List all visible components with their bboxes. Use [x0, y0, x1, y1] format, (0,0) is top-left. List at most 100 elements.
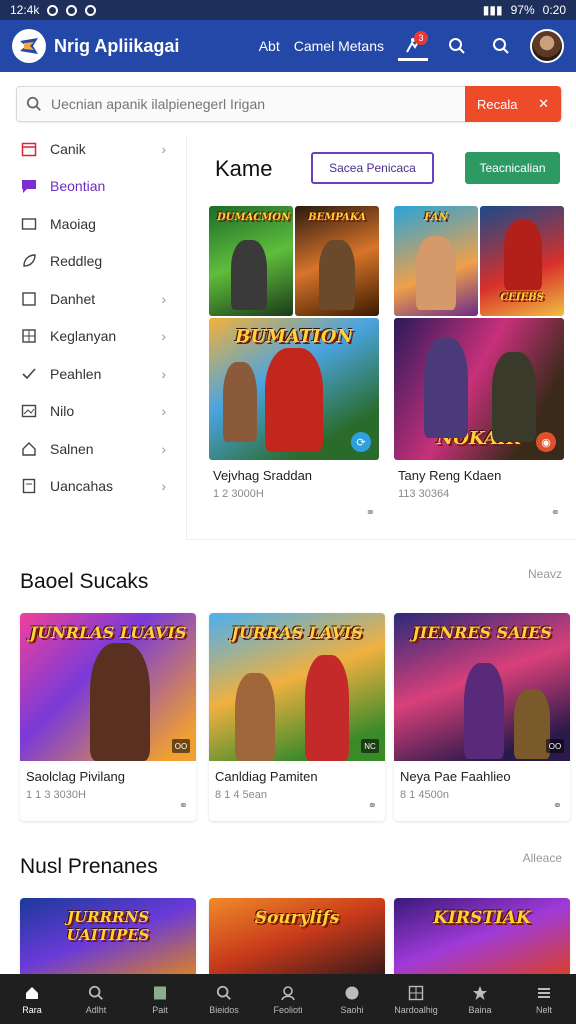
status-left: 12:4k [10, 3, 97, 17]
nav-link-abt[interactable]: Abt [259, 38, 280, 54]
shield-icon [343, 984, 361, 1002]
game-card[interactable]: JURRRNS UAITIPES [20, 898, 196, 974]
tab-pait[interactable]: Pait [128, 974, 192, 1024]
status-icon [85, 4, 97, 16]
sidebar-item-danhet[interactable]: Danhet › [0, 280, 186, 318]
sidebar-item-label: Peahlen [50, 365, 102, 382]
sidebar-item-canik[interactable]: Canik › [0, 130, 186, 168]
link-icon[interactable]: ⚭ [553, 799, 562, 812]
tab-bieidos[interactable]: Bieidos [192, 974, 256, 1024]
star-icon [471, 984, 489, 1002]
notifications-button[interactable]: 3 [398, 31, 428, 61]
square-icon [20, 290, 38, 308]
image-icon [20, 402, 38, 420]
art-title: BUMATION [235, 326, 353, 347]
featured-card[interactable]: DUMACMON BEMPAKA BUMATION ⟳ Vejvhag Srad… [209, 206, 379, 524]
character-figure [305, 655, 349, 761]
leaf-icon [20, 252, 38, 270]
tab-label: Bieidos [209, 1004, 239, 1015]
section-link[interactable]: Neavz [528, 567, 562, 581]
search-input[interactable] [51, 96, 465, 112]
bottom-tab-bar: Rara Adlht Pait Bieidos Feolioti Saohi N… [0, 974, 576, 1024]
thumb-row: DUMACMON BEMPAKA [209, 206, 379, 316]
link-icon[interactable]: ⚭ [551, 506, 560, 519]
status-right: ▮▮▮ 97% 0:20 [483, 3, 566, 17]
sidebar-item-salnen[interactable]: Salnen › [0, 430, 186, 468]
menu-icon [535, 984, 553, 1002]
tab-saohi[interactable]: Saohi [320, 974, 384, 1024]
info-icon[interactable]: ◉ [536, 432, 556, 452]
tab-rara[interactable]: Rara [0, 974, 64, 1024]
sidebar-item-peahlen[interactable]: Peahlen › [0, 355, 186, 393]
card-name: Vejvhag Sraddan [213, 468, 313, 483]
card-meta: 8 1 4 5ean [215, 789, 267, 801]
sidebar-item-beontian[interactable]: Beontian [0, 168, 186, 206]
panel-header: Kame Sacea Penicaca Teacnicalian [187, 152, 576, 186]
badge-tag: NC [361, 739, 379, 753]
notification-badge: 3 [414, 31, 428, 45]
nav-link-camel[interactable]: Camel Metans [294, 38, 384, 54]
sidebar-item-reddleg[interactable]: Reddleg [0, 243, 186, 281]
card-meta: 1 2 3000H [213, 488, 264, 500]
featured-card[interactable]: FAN CEIEBS NOKAIR ◉ Tany Reng Kdaen 113 … [394, 206, 564, 524]
chevron-right-icon: › [161, 290, 166, 307]
game-card[interactable]: KIRSTIAK [394, 898, 570, 974]
sidebar-item-keglanyan[interactable]: Keglanyan › [0, 318, 186, 356]
info-icon[interactable]: ⟳ [351, 432, 371, 452]
grid-icon [407, 984, 425, 1002]
outline-button[interactable]: Sacea Penicaca [311, 152, 434, 184]
game-card[interactable]: Sourylifs [209, 898, 385, 974]
game-card[interactable]: JURRAS LAVIS NC Canldiag Pamiten 8 1 4 5… [209, 613, 385, 821]
green-button[interactable]: Teacnicalian [465, 152, 560, 184]
character-figure [265, 348, 323, 452]
art-title: JURRRNS UAITIPES [66, 908, 150, 944]
sidebar-item-uancahas[interactable]: Uancahas › [0, 468, 186, 506]
card-name: Tany Reng Kdaen [398, 468, 502, 483]
card-name: Saolclag Pivilang [26, 769, 126, 784]
status-icon [66, 4, 78, 16]
app-title: Nrig Apliikagai [54, 35, 180, 56]
tab-label: Feolioti [273, 1004, 303, 1015]
tab-label: Baina [468, 1004, 492, 1015]
status-time: 12:4k [10, 3, 40, 17]
tab-nardoalhig[interactable]: Nardoalhig [384, 974, 448, 1024]
search-bar: Recala ✕ [16, 86, 562, 122]
grid-icon [20, 327, 38, 345]
brand-logo-icon[interactable] [12, 29, 46, 63]
avatar[interactable] [530, 29, 564, 63]
game-art: JURRRNS UAITIPES [20, 898, 196, 974]
sidebar-item-label: Beontian [50, 178, 106, 195]
thumb-title: BEMPAKA [308, 212, 366, 223]
art-title: KIRSTIAK [433, 908, 531, 928]
character-figure [319, 240, 355, 310]
link-icon[interactable]: ⚭ [366, 506, 375, 519]
tab-label: Rara [22, 1004, 42, 1015]
tab-baina[interactable]: Baina [448, 974, 512, 1024]
game-card[interactable]: JUNRLAS LUAVIS OO Saolclag Pivilang 1 1 … [20, 613, 196, 821]
card-meta: 1 1 3 3030H [26, 789, 86, 801]
tab-adlht[interactable]: Adlht [64, 974, 128, 1024]
tab-feolioti[interactable]: Feolioti [256, 974, 320, 1024]
section-link[interactable]: Alleace [523, 851, 562, 865]
sidebar-item-maoiag[interactable]: Maoiag [0, 205, 186, 243]
folder-icon [20, 215, 38, 233]
game-art: KIRSTIAK [394, 898, 570, 974]
link-icon[interactable]: ⚭ [179, 799, 188, 812]
search-button[interactable] [442, 31, 472, 61]
tab-nelt[interactable]: Nelt [512, 974, 576, 1024]
game-art: JUNRLAS LUAVIS OO [20, 613, 196, 761]
search-submit-button[interactable]: Recala ✕ [465, 86, 561, 122]
link-icon[interactable]: ⚭ [368, 799, 377, 812]
status-icon [47, 4, 59, 16]
badge-tag: OO [172, 739, 190, 753]
character-figure [504, 220, 542, 290]
sidebar-item-label: Nilo [50, 403, 75, 420]
character-figure [235, 673, 275, 761]
search-button-2[interactable] [486, 31, 516, 61]
tab-label: Saohi [340, 1004, 364, 1015]
app-nav: Abt Camel Metans 3 [259, 29, 564, 63]
sidebar-item-nilo[interactable]: Nilo › [0, 393, 186, 431]
tab-label: Nelt [535, 1004, 552, 1015]
game-card[interactable]: JIENRES SAIES OO Neya Pae Faahlieo 8 1 4… [394, 613, 570, 821]
game-thumbnail: CEIEBS [480, 206, 564, 316]
